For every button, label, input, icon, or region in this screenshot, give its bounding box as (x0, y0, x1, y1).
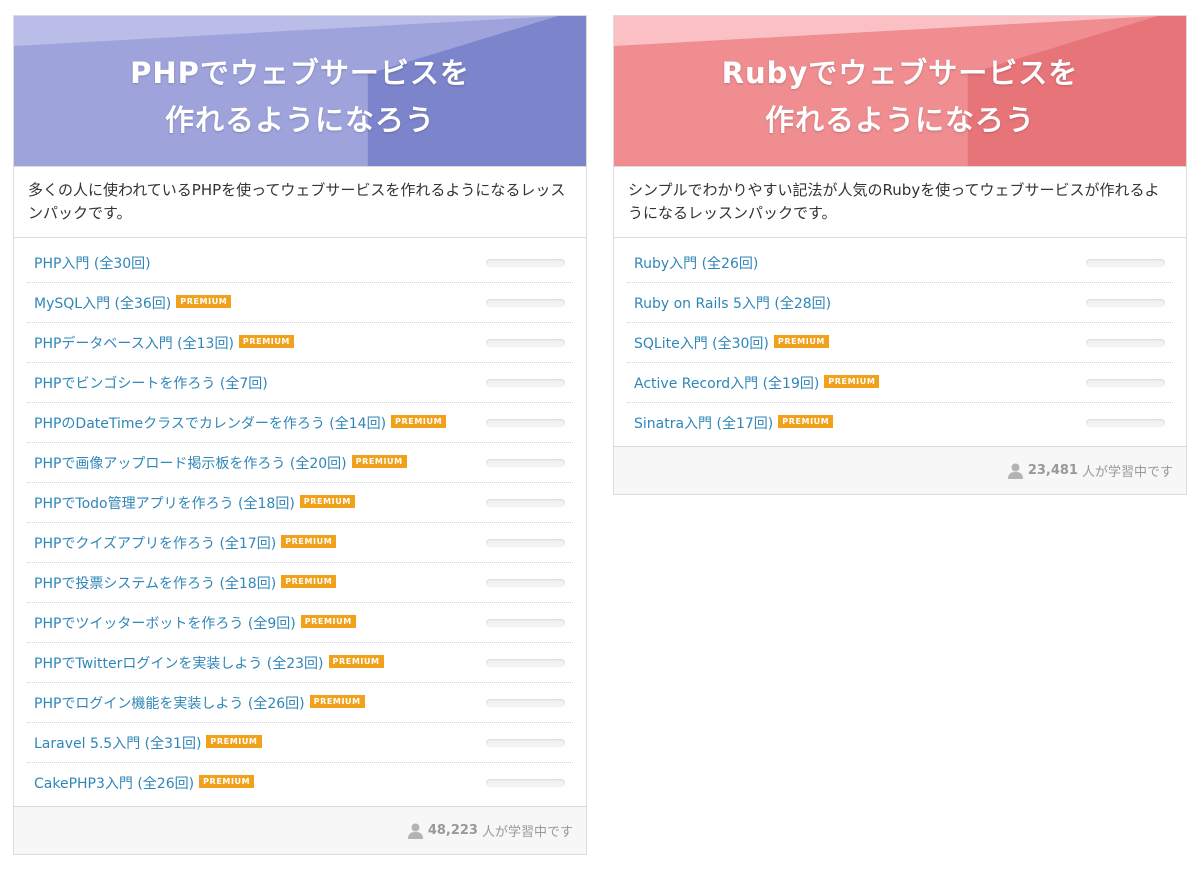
premium-badge: PREMIUM (309, 695, 365, 708)
lesson-row: PHPでTodo管理アプリを作ろう (全18回) PREMIUM (27, 483, 573, 523)
lesson-row: PHPでビンゴシートを作ろう (全7回) (27, 363, 573, 403)
lesson-progress-bar (486, 418, 565, 427)
premium-badge: PREMIUM (300, 615, 356, 628)
premium-badge: PREMIUM (351, 455, 407, 468)
premium-badge: PREMIUM (176, 295, 232, 308)
lesson-link[interactable]: Active Record入門 (全19回) (634, 373, 819, 393)
lesson-row: Ruby on Rails 5入門 (全28回) (627, 283, 1173, 323)
ruby-pack-description: シンプルでわかりやすい記法が人気のRubyを使ってウェブサービスが作れるようにな… (614, 166, 1186, 238)
ruby-lesson-list: Ruby入門 (全26回) Ruby on Rails 5入門 (全28回) SQL… (614, 238, 1186, 446)
lesson-link[interactable]: Ruby入門 (全26回) (634, 253, 758, 273)
lesson-link[interactable]: PHPのDateTimeクラスでカレンダーを作ろう (全14回) (34, 413, 386, 433)
lesson-row: PHPでツイッターボットを作ろう (全9回) PREMIUM (27, 603, 573, 643)
premium-badge: PREMIUM (328, 655, 384, 668)
lesson-link[interactable]: CakePHP3入門 (全26回) (34, 773, 194, 793)
hero-title-line-1: PHPでウェブサービスを (130, 56, 470, 90)
lesson-link[interactable]: PHPでTodo管理アプリを作ろう (全18回) (34, 493, 295, 513)
user-icon (1007, 463, 1023, 479)
lesson-progress-bar (486, 698, 565, 707)
page: PHPでウェブサービスを 作れるようになろう 多くの人に使われているPHPを使っ… (0, 0, 1200, 871)
lesson-progress-bar (486, 618, 565, 627)
lesson-row: PHPのDateTimeクラスでカレンダーを作ろう (全14回) PREMIUM (27, 403, 573, 443)
lesson-progress-bar (486, 538, 565, 547)
lesson-progress-bar (486, 658, 565, 667)
lesson-progress-bar (1086, 338, 1165, 347)
lesson-progress-bar (1086, 378, 1165, 387)
lesson-link[interactable]: PHPで投票システムを作ろう (全18回) (34, 573, 276, 593)
learner-count: 23,481 (1027, 463, 1078, 478)
lesson-row: Active Record入門 (全19回) PREMIUM (627, 363, 1173, 403)
ruby-hero-title: Rubyでウェブサービスを 作れるようになろう (614, 50, 1186, 144)
lesson-progress-bar (486, 258, 565, 267)
lesson-row: PHPでログイン機能を実装しよう (全26回) PREMIUM (27, 683, 573, 723)
lesson-row: PHPでTwitterログインを実装しよう (全23回) PREMIUM (27, 643, 573, 683)
premium-badge: PREMIUM (206, 735, 262, 748)
premium-badge: PREMIUM (238, 335, 294, 348)
lesson-link[interactable]: Ruby on Rails 5入門 (全28回) (634, 293, 831, 313)
lesson-row: PHP入門 (全30回) (27, 243, 573, 283)
lesson-progress-bar (1086, 258, 1165, 267)
premium-badge: PREMIUM (773, 335, 829, 348)
lesson-link[interactable]: PHPデータベース入門 (全13回) (34, 333, 234, 353)
php-learner-footer: 48,223 人が学習中です (14, 806, 586, 854)
lesson-row: MySQL入門 (全36回) PREMIUM (27, 283, 573, 323)
php-hero-title: PHPでウェブサービスを 作れるようになろう (14, 50, 586, 144)
premium-badge: PREMIUM (824, 375, 880, 388)
learner-suffix: 人が学習中です (481, 825, 573, 840)
hero-title-line-1: Rubyでウェブサービスを (721, 56, 1079, 90)
lesson-row: PHPでクイズアプリを作ろう (全17回) PREMIUM (27, 523, 573, 563)
lesson-link[interactable]: Sinatra入門 (全17回) (634, 413, 773, 433)
lesson-progress-bar (486, 458, 565, 467)
premium-badge: PREMIUM (281, 575, 337, 588)
lesson-link[interactable]: PHPでログイン機能を実装しよう (全26回) (34, 693, 305, 713)
user-icon (407, 823, 423, 839)
lesson-row: Ruby入門 (全26回) (627, 243, 1173, 283)
lesson-link[interactable]: MySQL入門 (全36回) (34, 293, 171, 313)
ruby-hero-banner[interactable]: Rubyでウェブサービスを 作れるようになろう (614, 16, 1186, 166)
lesson-progress-bar (1086, 418, 1165, 427)
php-pack-description: 多くの人に使われているPHPを使ってウェブサービスを作れるようになるレッスンパッ… (14, 166, 586, 238)
premium-badge: PREMIUM (299, 495, 355, 508)
lesson-row: SQLite入門 (全30回) PREMIUM (627, 323, 1173, 363)
lesson-progress-bar (486, 778, 565, 787)
premium-badge: PREMIUM (199, 775, 255, 788)
php-lesson-pack-card: PHPでウェブサービスを 作れるようになろう 多くの人に使われているPHPを使っ… (13, 15, 587, 855)
lesson-progress-bar (486, 578, 565, 587)
lesson-link[interactable]: PHPで画像アップロード掲示板を作ろう (全20回) (34, 453, 347, 473)
lesson-link[interactable]: PHP入門 (全30回) (34, 253, 151, 273)
ruby-learner-footer: 23,481 人が学習中です (614, 446, 1186, 494)
lesson-row: Laravel 5.5入門 (全31回) PREMIUM (27, 723, 573, 763)
lesson-link[interactable]: PHPでツイッターボットを作ろう (全9回) (34, 613, 296, 633)
php-hero-banner[interactable]: PHPでウェブサービスを 作れるようになろう (14, 16, 586, 166)
lesson-row: PHPデータベース入門 (全13回) PREMIUM (27, 323, 573, 363)
lesson-progress-bar (486, 338, 565, 347)
lesson-progress-bar (1086, 298, 1165, 307)
hero-title-line-2: 作れるようになろう (764, 103, 1035, 137)
premium-badge: PREMIUM (778, 415, 834, 428)
lesson-progress-bar (486, 298, 565, 307)
premium-badge: PREMIUM (281, 535, 337, 548)
lesson-row: PHPで画像アップロード掲示板を作ろう (全20回) PREMIUM (27, 443, 573, 483)
lesson-progress-bar (486, 378, 565, 387)
php-lesson-list: PHP入門 (全30回) MySQL入門 (全36回) PREMIUM PHPデータベ… (14, 238, 586, 806)
hero-title-line-2: 作れるようになろう (164, 103, 435, 137)
lesson-row: Sinatra入門 (全17回) PREMIUM (627, 403, 1173, 442)
ruby-lesson-pack-card: Rubyでウェブサービスを 作れるようになろう シンプルでわかりやすい記法が人気… (613, 15, 1187, 495)
lesson-link[interactable]: PHPでビンゴシートを作ろう (全7回) (34, 373, 268, 393)
lesson-progress-bar (486, 498, 565, 507)
lesson-link[interactable]: PHPでクイズアプリを作ろう (全17回) (34, 533, 276, 553)
lesson-link[interactable]: PHPでTwitterログインを実装しよう (全23回) (34, 653, 324, 673)
premium-badge: PREMIUM (391, 415, 447, 428)
learner-count: 48,223 (427, 823, 478, 838)
lesson-row: PHPで投票システムを作ろう (全18回) PREMIUM (27, 563, 573, 603)
lesson-row: CakePHP3入門 (全26回) PREMIUM (27, 763, 573, 802)
lesson-progress-bar (486, 738, 565, 747)
learner-suffix: 人が学習中です (1081, 465, 1173, 480)
lesson-link[interactable]: SQLite入門 (全30回) (634, 333, 769, 353)
lesson-link[interactable]: Laravel 5.5入門 (全31回) (34, 733, 201, 753)
